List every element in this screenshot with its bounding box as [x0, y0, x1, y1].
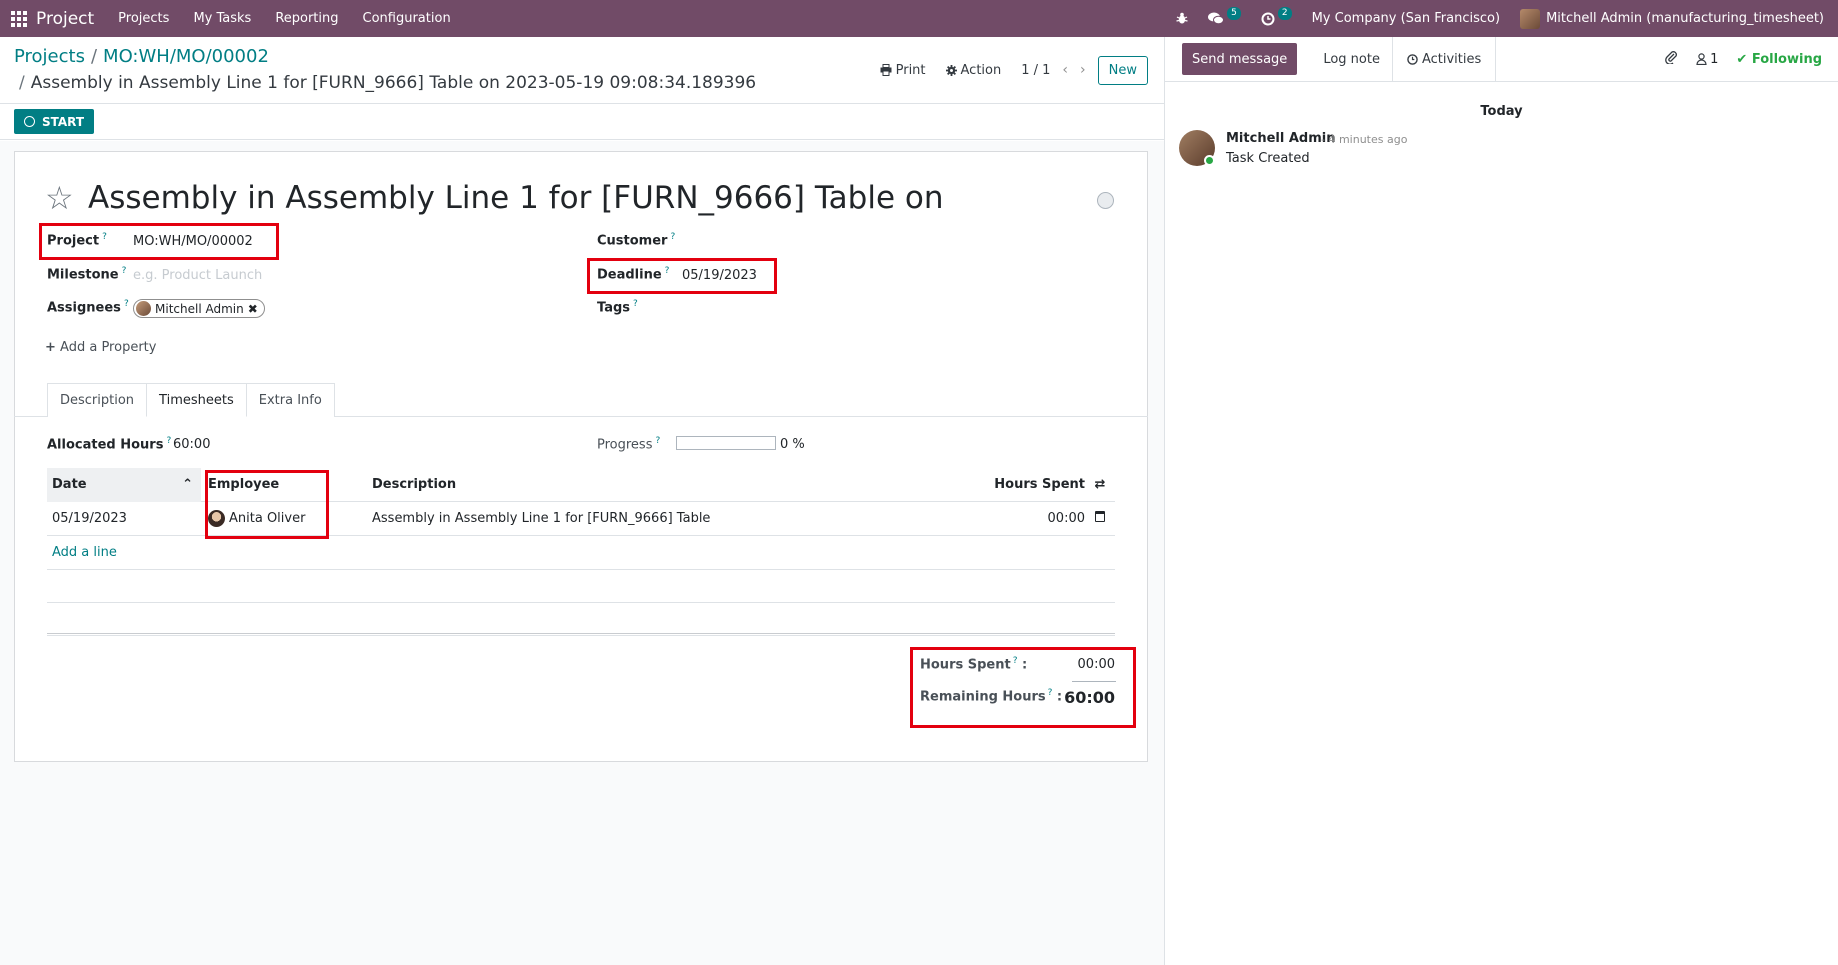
column-hours-spent[interactable]: Hours Spent: [955, 477, 1085, 492]
add-line-row: Add a line: [47, 536, 1115, 570]
new-button[interactable]: New: [1097, 55, 1148, 85]
tab-timesheets[interactable]: Timesheets: [146, 383, 247, 417]
menu-reporting[interactable]: Reporting: [275, 11, 338, 26]
user-icon: [1696, 53, 1707, 65]
row-hours[interactable]: 00:00: [955, 511, 1085, 526]
table-footer-line: [47, 633, 1115, 634]
milestone-label: Milestone?: [47, 266, 127, 283]
breadcrumb-projects[interactable]: Projects: [14, 46, 85, 67]
optional-columns-icon[interactable]: ⇄: [1085, 477, 1115, 492]
user-menu[interactable]: Mitchell Admin (manufacturing_timesheet): [1520, 8, 1824, 29]
assignee-tag[interactable]: Mitchell Admin ✖: [133, 299, 265, 318]
priority-star-icon[interactable]: ☆: [45, 182, 74, 214]
app-name[interactable]: Project: [36, 9, 94, 29]
progress-bar: [676, 436, 776, 450]
record-title-text: Assembly in Assembly Line 1 for [FURN_96…: [30, 73, 757, 93]
allocated-hours-field[interactable]: 60:00: [173, 437, 210, 452]
clock-icon: [24, 116, 35, 127]
progress-value: 0 %: [780, 437, 805, 452]
message-time: - 4 minutes ago: [1321, 133, 1408, 146]
messages-icon[interactable]: 5: [1208, 7, 1241, 25]
tags-label: Tags?: [597, 299, 638, 316]
start-timer-button[interactable]: START: [14, 109, 95, 134]
top-navbar: Project Projects My Tasks Reporting Conf…: [0, 0, 1838, 37]
activities-button[interactable]: Activities: [1391, 37, 1497, 81]
pager-previous-icon[interactable]: ‹: [1062, 62, 1068, 78]
attachment-paperclip-icon[interactable]: [1664, 50, 1678, 68]
activities-count-badge: 2: [1277, 7, 1292, 20]
highlight-deadline: [587, 258, 777, 294]
customer-label: Customer?: [597, 232, 676, 249]
company-switcher[interactable]: My Company (San Francisco): [1312, 11, 1500, 26]
print-icon: [880, 64, 892, 76]
print-button[interactable]: Print: [880, 63, 926, 78]
remove-tag-icon[interactable]: ✖: [248, 302, 258, 316]
menu-my-tasks[interactable]: My Tasks: [193, 11, 251, 26]
date-separator: Today: [1480, 104, 1523, 119]
tab-description[interactable]: Description: [47, 383, 148, 417]
row-description[interactable]: Assembly in Assembly Line 1 for [FURN_96…: [372, 511, 955, 526]
add-property-button[interactable]: + Add a Property: [45, 340, 156, 355]
notebook-tabs: Description Timesheets Extra Info: [47, 383, 335, 417]
log-note-button[interactable]: Log note: [1311, 37, 1392, 81]
apps-menu-icon[interactable]: [11, 10, 27, 27]
gear-icon: [945, 64, 957, 76]
delete-row-trash-icon[interactable]: [1095, 511, 1105, 522]
row-date[interactable]: 05/19/2023: [47, 511, 201, 526]
chatter-panel: Send message Log note Activities 1 ✔ Fol…: [1164, 37, 1838, 965]
following-button[interactable]: ✔ Following: [1736, 52, 1822, 67]
column-date[interactable]: Date ⌃: [47, 467, 201, 502]
add-a-line-link[interactable]: Add a line: [47, 545, 117, 560]
pager-next-icon[interactable]: ›: [1080, 62, 1086, 78]
breadcrumb-project[interactable]: MO:WH/MO/00002: [103, 46, 269, 67]
send-message-button[interactable]: Send message: [1182, 43, 1298, 75]
assignees-label: Assignees?: [47, 299, 129, 316]
menu-projects[interactable]: Projects: [118, 11, 169, 26]
followers-button[interactable]: 1: [1696, 52, 1718, 67]
sort-ascending-icon: ⌃: [182, 477, 193, 492]
task-name[interactable]: Assembly in Assembly Line 1 for [FURN_96…: [88, 180, 943, 216]
menu-configuration[interactable]: Configuration: [363, 11, 451, 26]
breadcrumb: Projects / MO:WH/MO/00002: [14, 46, 269, 67]
allocated-hours-label: Allocated Hours?: [47, 436, 172, 453]
column-description[interactable]: Description: [372, 477, 955, 492]
control-panel: Projects / MO:WH/MO/00002 /Assembly in Ass…: [0, 37, 1164, 104]
debug-bug-icon[interactable]: [1176, 12, 1188, 25]
online-status-icon: [1204, 155, 1215, 166]
status-bar: START: [0, 104, 1164, 140]
assignee-avatar: [136, 301, 151, 316]
highlight-project: [39, 223, 279, 260]
activities-clock-icon[interactable]: 2: [1261, 7, 1292, 26]
tab-extra-info[interactable]: Extra Info: [245, 383, 335, 417]
empty-row: [47, 603, 1115, 636]
progress-label: Progress?: [597, 436, 661, 453]
highlight-totals: [910, 647, 1136, 728]
user-avatar: [1520, 8, 1541, 29]
message-author[interactable]: Mitchell Admin: [1226, 131, 1335, 146]
message-body: Task Created: [1226, 151, 1310, 166]
pager-value[interactable]: 1 / 1: [1021, 63, 1050, 78]
messages-count-badge: 5: [1227, 7, 1241, 20]
clock-icon: [1407, 53, 1418, 65]
record-title: / Assembly in Assembly Line 1 for [FURN_9…: [19, 73, 757, 93]
highlight-employee: [205, 470, 329, 539]
empty-row: [47, 570, 1115, 603]
milestone-field[interactable]: e.g. Product Launch: [133, 268, 262, 283]
user-name: Mitchell Admin (manufacturing_timesheet): [1546, 11, 1824, 26]
action-button[interactable]: Action: [945, 63, 1001, 78]
kanban-state-icon[interactable]: [1097, 192, 1114, 209]
